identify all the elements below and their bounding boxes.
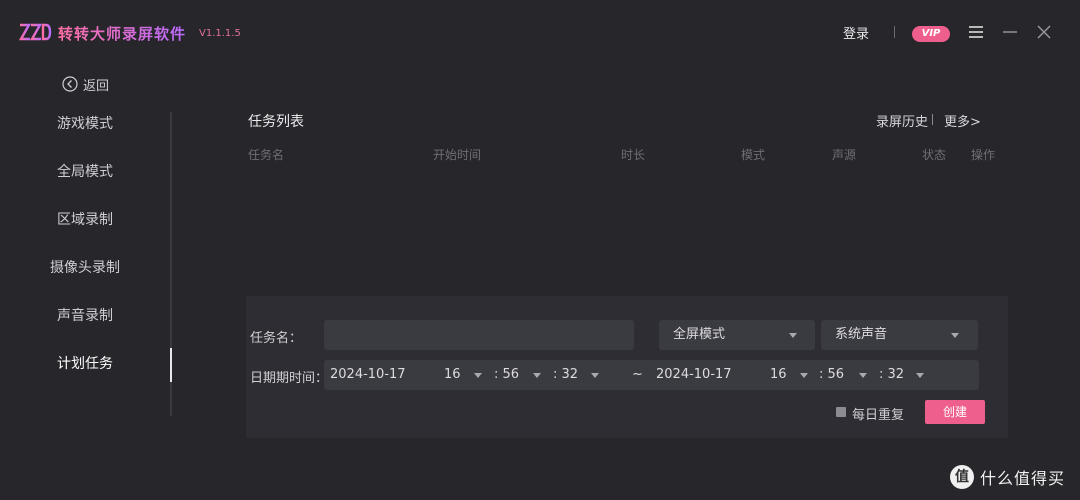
watermark: 值 什么值得买 [950, 464, 1065, 490]
end-hour-field[interactable]: 16 [770, 367, 787, 382]
chevron-down-icon[interactable] [591, 373, 599, 378]
chevron-left-circle-icon [62, 76, 78, 92]
hamburger-menu-icon[interactable] [968, 24, 984, 40]
audio-source-value: 系统声音 [835, 327, 888, 342]
watermark-text: 什么值得买 [980, 469, 1066, 488]
column-header-actions: 操作 [971, 148, 996, 162]
column-header-status: 状态 [922, 148, 947, 162]
range-separator: ~ [632, 367, 643, 382]
back-button[interactable]: 返回 [62, 75, 110, 94]
task-name-input[interactable] [324, 320, 634, 350]
audio-source-select[interactable]: 系统声音 [821, 320, 978, 350]
chevron-down-icon[interactable] [916, 373, 924, 378]
start-hour-field[interactable]: 16 [444, 367, 461, 382]
titlebar-divider [894, 26, 895, 38]
chevron-down-icon[interactable] [474, 373, 482, 378]
record-mode-select[interactable]: 全屏模式 [659, 320, 815, 350]
sidebar-item-global-mode[interactable]: 全局模式 [0, 152, 170, 192]
daily-repeat-label[interactable]: 每日重复 [852, 404, 904, 423]
create-task-button[interactable]: 创建 [925, 400, 985, 424]
record-mode-value: 全屏模式 [673, 327, 726, 342]
column-header-start-time: 开始时间 [433, 148, 482, 162]
column-header-task-name: 任务名 [248, 148, 285, 162]
sidebar-item-game-mode[interactable]: 游戏模式 [0, 104, 170, 144]
start-second-field[interactable]: : 32 [553, 367, 578, 382]
sidebar-active-indicator [170, 348, 172, 382]
more-link[interactable]: 更多> [944, 111, 981, 130]
watermark-badge: 值 [950, 465, 974, 489]
sidebar-item-region-record[interactable]: 区域录制 [0, 200, 170, 240]
history-divider [932, 114, 933, 125]
column-header-mode: 模式 [741, 148, 766, 162]
app-version: V1.1.1.5 [199, 28, 241, 39]
record-history-link[interactable]: 录屏历史 [876, 111, 928, 130]
chevron-down-icon [951, 333, 959, 338]
chevron-down-icon [789, 333, 797, 338]
title-bar: 转转大师录屏软件 V1.1.1.5 登录 VIP [0, 0, 1080, 62]
sidebar-item-camera-record[interactable]: 摄像头录制 [0, 248, 170, 288]
end-date-field[interactable]: 2024-10-17 [656, 367, 732, 382]
start-date-field[interactable]: 2024-10-17 [330, 367, 406, 382]
zzd-logo-icon [18, 23, 52, 41]
sidebar-item-scheduled-task[interactable]: 计划任务 [0, 344, 170, 384]
chevron-down-icon[interactable] [859, 373, 867, 378]
close-icon[interactable] [1036, 24, 1052, 40]
sidebar-item-audio-record[interactable]: 声音录制 [0, 296, 170, 336]
end-minute-field[interactable]: : 56 [819, 367, 844, 382]
task-name-label: 任务名： [250, 331, 303, 346]
vip-badge-button[interactable]: VIP [912, 26, 950, 42]
column-header-duration: 时长 [621, 148, 646, 162]
datetime-label: 日期期时间： [250, 371, 329, 386]
daily-repeat-checkbox[interactable] [836, 407, 846, 417]
task-list-title: 任务列表 [248, 114, 304, 130]
back-label: 返回 [83, 78, 110, 94]
start-minute-field[interactable]: : 56 [494, 367, 519, 382]
chevron-down-icon[interactable] [800, 373, 808, 378]
chevron-down-icon[interactable] [533, 373, 541, 378]
column-header-audio-source: 声源 [832, 148, 857, 162]
minimize-icon[interactable] [1002, 24, 1018, 40]
end-second-field[interactable]: : 32 [879, 367, 904, 382]
login-button[interactable]: 登录 [843, 23, 869, 42]
app-title: 转转大师录屏软件 [58, 25, 187, 43]
